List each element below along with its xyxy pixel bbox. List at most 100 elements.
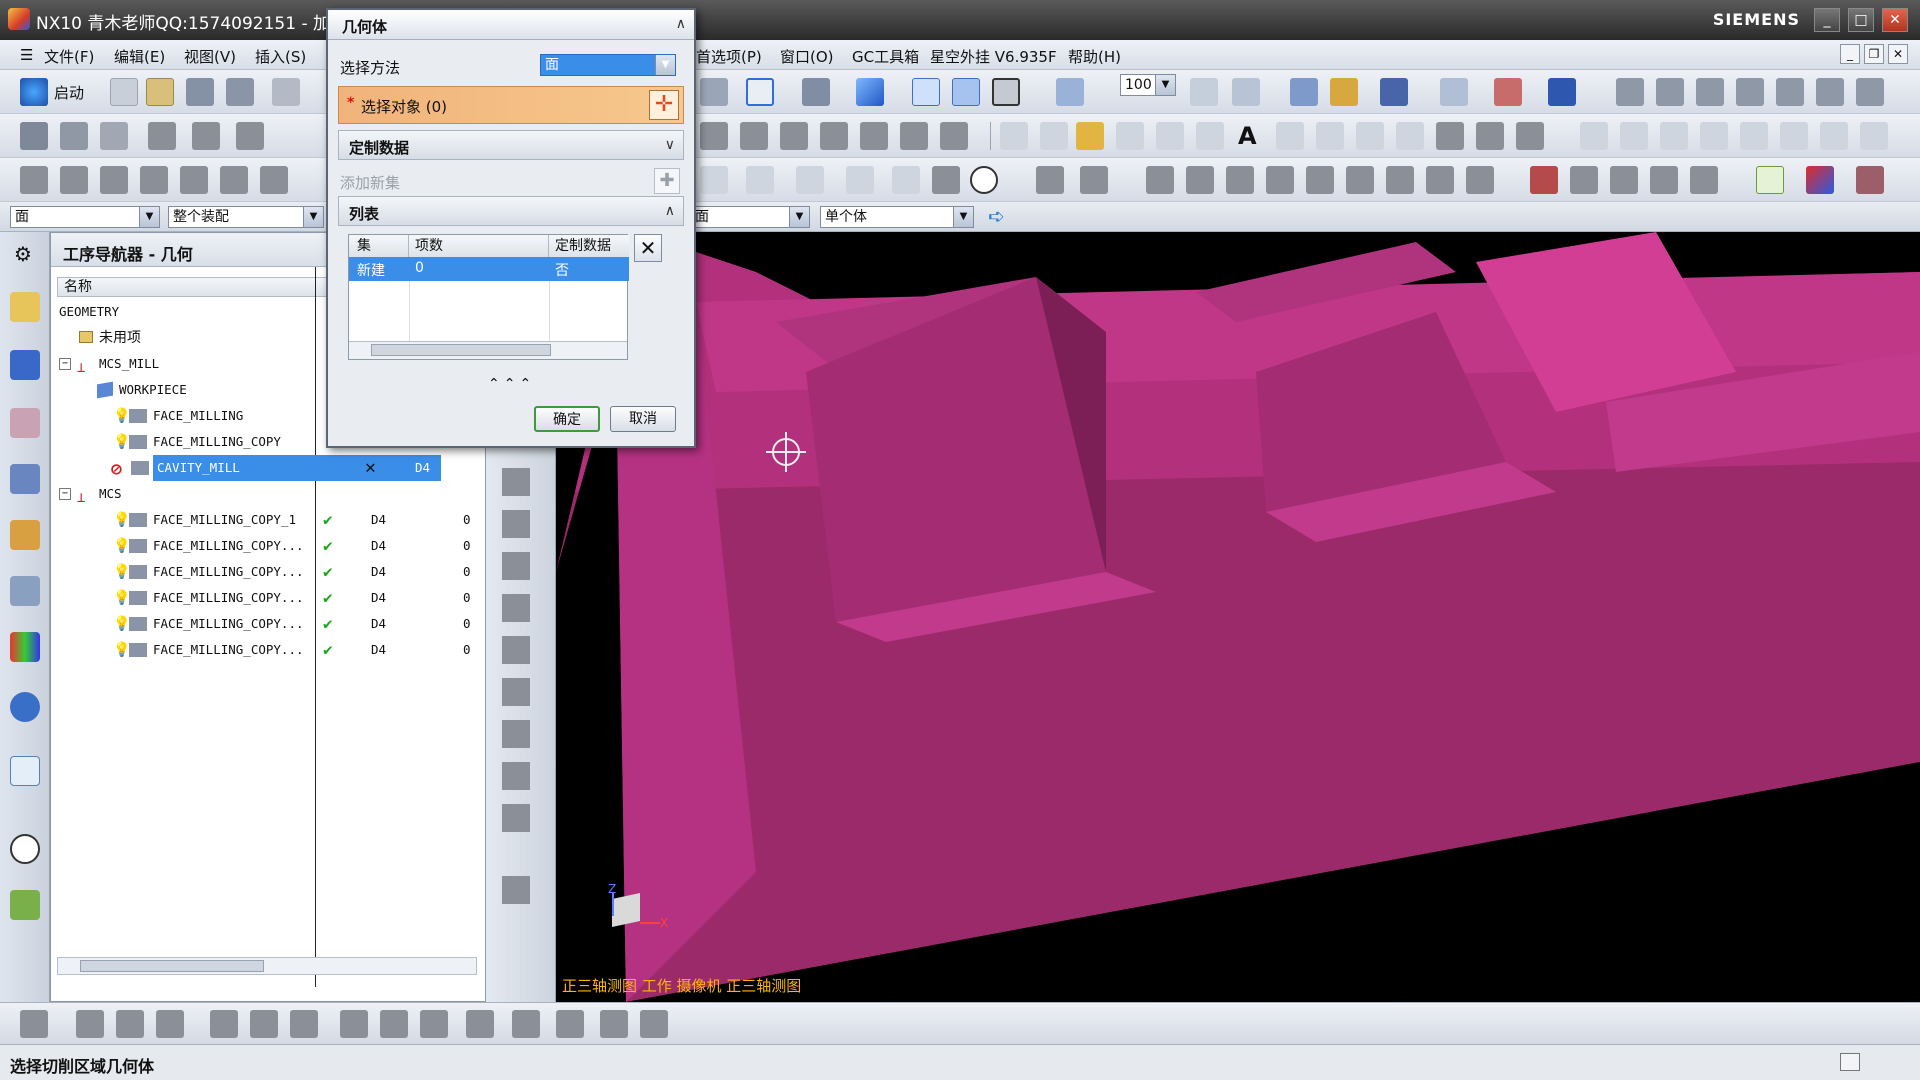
create-method-icon[interactable]	[148, 122, 176, 150]
print-icon[interactable]	[226, 78, 254, 106]
tool-b-icon[interactable]	[740, 122, 768, 150]
polygon-icon[interactable]	[796, 166, 824, 194]
boss-icon[interactable]	[1186, 166, 1214, 194]
collapse-icon[interactable]: −	[59, 488, 71, 500]
add-set-icon[interactable]: ✚	[654, 168, 680, 194]
axis-icon[interactable]	[1494, 78, 1522, 106]
bottom-tool-3-icon[interactable]	[116, 1010, 144, 1038]
simulate-icon[interactable]	[220, 166, 248, 194]
menu-edit[interactable]: 编辑(E)	[114, 46, 165, 67]
tool-a-icon[interactable]	[700, 122, 728, 150]
vtool-10-icon[interactable]	[502, 876, 530, 904]
intersect-icon[interactable]	[1356, 122, 1384, 150]
list-row-new[interactable]: 新建 0 否	[349, 257, 629, 281]
vtool-5-icon[interactable]	[502, 636, 530, 664]
pattern-icon[interactable]	[1426, 166, 1454, 194]
pocket-icon[interactable]	[1226, 166, 1254, 194]
menu-file[interactable]: 文件(F)	[44, 46, 94, 67]
solid-3-icon[interactable]	[1696, 78, 1724, 106]
collapse-icon[interactable]: −	[59, 358, 71, 370]
pad-icon[interactable]	[1266, 166, 1294, 194]
bottom-tool-6-icon[interactable]	[250, 1010, 278, 1038]
tree-row-copy-6[interactable]: 💡 FACE_MILLING_COPY... ✔ D4 0	[57, 637, 477, 663]
verify-icon[interactable]	[180, 166, 208, 194]
tool-g-icon[interactable]	[940, 122, 968, 150]
create-geometry-icon[interactable]	[100, 122, 128, 150]
horizontal-scrollbar[interactable]	[57, 957, 477, 975]
color-icon[interactable]	[1806, 166, 1834, 194]
menu-window[interactable]: 窗口(O)	[780, 46, 834, 67]
list-section[interactable]: 列表 ∧	[338, 196, 684, 226]
nav-machine-icon[interactable]	[10, 350, 40, 380]
measure-icon[interactable]	[1290, 78, 1318, 106]
surface-icon[interactable]	[1436, 122, 1464, 150]
sweep-icon[interactable]	[1516, 122, 1544, 150]
vtool-8-icon[interactable]	[502, 762, 530, 790]
undo-icon[interactable]	[700, 78, 728, 106]
face-rule-combo[interactable]: 面 ▼	[690, 206, 810, 228]
chevron-up-icon[interactable]: ∧	[665, 203, 675, 219]
analysis-icon[interactable]	[1330, 78, 1358, 106]
nav-library-icon[interactable]	[10, 632, 40, 662]
crosshair-icon[interactable]: ✛	[649, 90, 679, 120]
create-tool-icon[interactable]	[60, 122, 88, 150]
list-scrollbar[interactable]	[349, 341, 627, 359]
column-name-header[interactable]: 名称	[57, 277, 327, 297]
header-set[interactable]: 集	[349, 235, 409, 257]
body-rule-combo[interactable]: 单个体 ▼	[820, 206, 974, 228]
view-cube-icon[interactable]	[952, 78, 980, 106]
rect-icon[interactable]	[746, 166, 774, 194]
scrollbar-thumb[interactable]	[80, 960, 264, 972]
tool-f-icon[interactable]	[900, 122, 928, 150]
chevron-down-icon[interactable]: ∨	[665, 137, 675, 153]
maximize-icon[interactable]: □	[1848, 8, 1874, 32]
vtool-3-icon[interactable]	[502, 552, 530, 580]
output-icon[interactable]	[260, 166, 288, 194]
app-icon[interactable]	[8, 8, 30, 30]
bottom-tool-5-icon[interactable]	[210, 1010, 238, 1038]
nav-program-icon[interactable]	[10, 292, 40, 322]
bottom-tool-9-icon[interactable]	[380, 1010, 408, 1038]
nav-info-icon[interactable]	[10, 692, 40, 722]
open-icon[interactable]	[146, 78, 174, 106]
spline-icon[interactable]	[1196, 122, 1224, 150]
tree-row-copy-5[interactable]: 💡 FACE_MILLING_COPY... ✔ D4 0	[57, 611, 477, 637]
start-label[interactable]: 启动	[54, 82, 84, 103]
bottom-tool-10-icon[interactable]	[420, 1010, 448, 1038]
nav-role-icon[interactable]	[10, 890, 40, 920]
menu-icon[interactable]: ☰	[20, 46, 33, 64]
draft-icon[interactable]	[1690, 166, 1718, 194]
rotate-icon[interactable]	[802, 78, 830, 106]
tool-c-icon[interactable]	[780, 122, 808, 150]
layer-icon[interactable]	[1056, 78, 1084, 106]
chamfer-icon[interactable]	[846, 166, 874, 194]
bottom-tool-8-icon[interactable]	[340, 1010, 368, 1038]
curve-icon[interactable]	[1156, 122, 1184, 150]
refresh-view-icon[interactable]	[1756, 166, 1784, 194]
vtool-1-icon[interactable]	[502, 468, 530, 496]
bottom-tool-1-icon[interactable]	[20, 1010, 48, 1038]
shaded-icon[interactable]	[856, 78, 884, 106]
start-icon[interactable]	[20, 78, 48, 106]
create-operation-icon[interactable]	[192, 122, 220, 150]
feature-icon[interactable]	[1386, 166, 1414, 194]
header-custom[interactable]: 定制数据	[549, 235, 629, 257]
fit-icon[interactable]	[746, 78, 774, 106]
groove-icon[interactable]	[1346, 166, 1374, 194]
menu-preferences[interactable]: 首选项(P)	[696, 46, 762, 67]
tree-row-copy-3[interactable]: 💡 FACE_MILLING_COPY... ✔ D4 0	[57, 559, 477, 585]
paint-icon[interactable]	[932, 166, 960, 194]
play-icon[interactable]	[1380, 78, 1408, 106]
chevron-down-icon[interactable]: ▼	[655, 55, 675, 75]
nav-web-icon[interactable]	[10, 756, 40, 786]
mesh-icon[interactable]	[1476, 122, 1504, 150]
shell-icon[interactable]	[1650, 166, 1678, 194]
ok-button[interactable]: 确定	[534, 406, 600, 432]
new-icon[interactable]	[110, 78, 138, 106]
dialog-title-bar[interactable]: 几何体 ∧	[328, 10, 694, 40]
circle-icon[interactable]	[970, 166, 998, 194]
save-icon[interactable]	[186, 78, 214, 106]
vtool-4-icon[interactable]	[502, 594, 530, 622]
postprocess-icon[interactable]	[60, 166, 88, 194]
type-filter-combo[interactable]: 面 ▼	[10, 206, 160, 228]
